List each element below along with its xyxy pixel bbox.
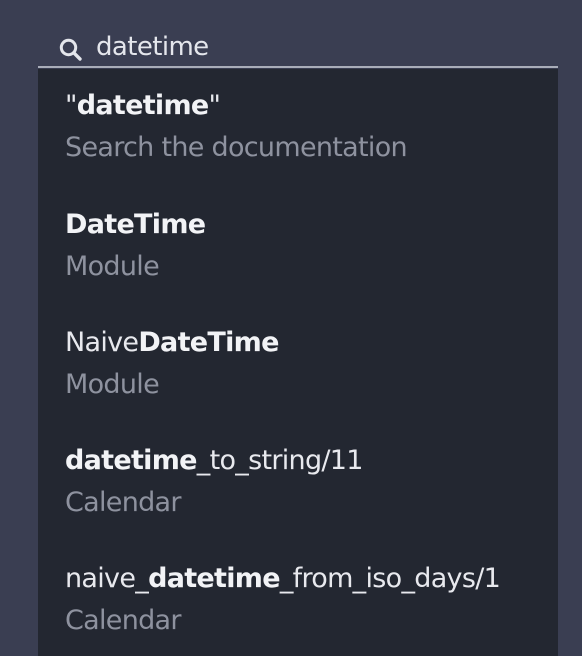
result-title-suffix: _to_string/11 — [196, 445, 364, 476]
search-bar[interactable] — [38, 28, 558, 68]
result-title-match: DateTime — [65, 209, 206, 240]
search-input[interactable] — [96, 30, 536, 64]
result-title-prefix: Naive — [65, 327, 139, 358]
search-result-item[interactable]: datetime_to_string/11 Calendar — [38, 423, 558, 541]
search-results-dropdown: "datetime" Search the documentation Date… — [38, 69, 558, 656]
result-title: DateTime — [65, 209, 206, 240]
result-title-match: datetime — [76, 90, 209, 121]
result-description: Search the documentation — [65, 132, 408, 163]
search-icon — [59, 38, 82, 61]
result-title-prefix: naive_ — [65, 563, 149, 594]
result-title-prefix: " — [65, 90, 77, 121]
result-title: naive_datetime_from_iso_days/1 — [65, 563, 501, 594]
search-result-item[interactable]: NaiveDateTime Module — [38, 305, 558, 423]
result-title-match: datetime — [148, 563, 280, 594]
result-title-match: datetime — [65, 445, 197, 476]
result-description: Module — [65, 369, 160, 400]
result-description: Module — [65, 251, 160, 282]
result-title-suffix: _from_iso_days/1 — [279, 563, 501, 594]
result-title-match: DateTime — [138, 327, 279, 358]
result-title: datetime_to_string/11 — [65, 445, 363, 476]
result-description: Calendar — [65, 605, 182, 636]
search-result-item[interactable]: "datetime" Search the documentation — [38, 69, 558, 187]
result-title: "datetime" — [65, 90, 221, 121]
result-title-suffix: " — [208, 90, 221, 121]
page: "datetime" Search the documentation Date… — [0, 0, 582, 656]
result-title: NaiveDateTime — [65, 327, 279, 358]
search-result-item[interactable]: naive_datetime_from_iso_days/1 Calendar — [38, 541, 558, 656]
result-description: Calendar — [65, 487, 182, 518]
search-result-item[interactable]: DateTime Module — [38, 187, 558, 305]
